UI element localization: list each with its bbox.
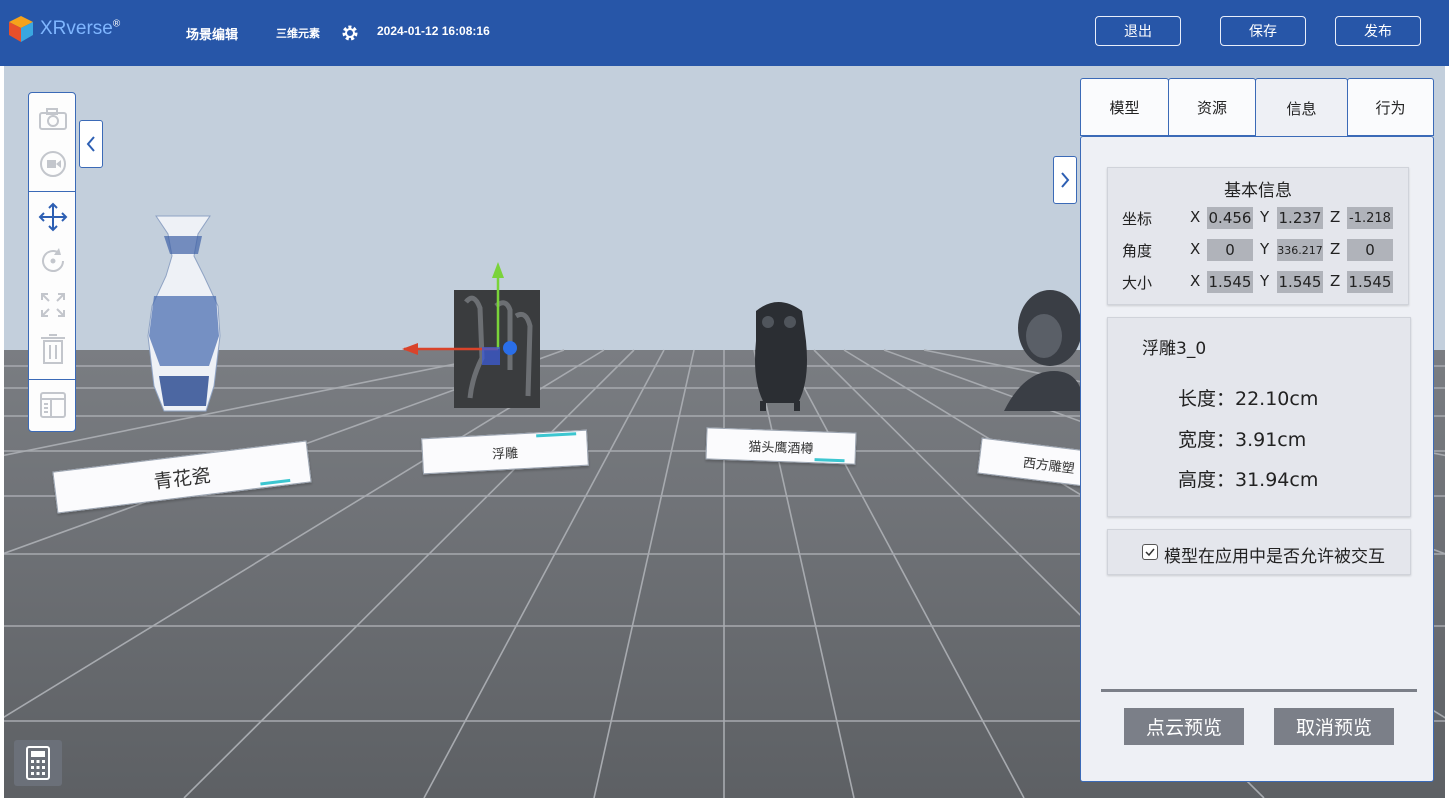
label-plate-owl[interactable]: 猫头鹰酒樽	[705, 427, 857, 465]
interact-label: 模型在应用中是否允许被交互	[1164, 547, 1385, 567]
scale-label: 大小	[1122, 274, 1153, 292]
basic-info-title: 基本信息	[1224, 181, 1292, 201]
rotate-icon[interactable]	[37, 245, 69, 277]
calculator-button[interactable]	[14, 740, 62, 786]
position-x-field[interactable]: 0.456	[1207, 207, 1253, 229]
model-size-box: 浮雕3_0 长度：22.10cm 宽度：3.91cm 高度：31.94cm	[1107, 317, 1411, 517]
rotation-y-field[interactable]: 336.217	[1277, 239, 1323, 261]
scale-z-field[interactable]: 1.545	[1347, 271, 1393, 293]
element-category[interactable]: 三维元素	[276, 25, 320, 41]
rotation-x-field[interactable]: 0	[1207, 239, 1253, 261]
model-length: 长度：22.10cm	[1178, 388, 1319, 410]
camera-icon[interactable]	[37, 103, 69, 135]
axis-y-label: Y	[1260, 240, 1270, 258]
label-plate-text: 西方雕塑	[1022, 455, 1076, 477]
panel-divider	[1101, 689, 1417, 692]
left-toolbar	[28, 92, 76, 432]
axis-z-label: Z	[1330, 272, 1341, 290]
axis-x-label: X	[1190, 208, 1201, 226]
model-name: 浮雕3_0	[1142, 339, 1207, 359]
position-y-field[interactable]: 1.237	[1277, 207, 1323, 229]
axis-x-label: X	[1190, 272, 1201, 290]
scale-y-field[interactable]: 1.545	[1277, 271, 1323, 293]
rotation-z-field[interactable]: 0	[1347, 239, 1393, 261]
label-plate-text: 浮雕	[491, 445, 519, 463]
properties-panel-icon[interactable]	[37, 389, 69, 421]
top-bar: XRverse® 场景编辑 三维元素 2024-01-12 16:08:16 退…	[0, 0, 1449, 66]
save-button[interactable]: 保存	[1220, 16, 1306, 46]
owl-vessel-model[interactable]	[755, 302, 807, 411]
collapse-left-button[interactable]	[79, 120, 103, 168]
axis-y-label: Y	[1260, 208, 1270, 226]
label-plate-text: 猫头鹰酒樽	[748, 439, 814, 457]
tab-label: 资源	[1196, 98, 1227, 117]
gear-icon[interactable]	[340, 23, 360, 43]
brand-logo: XRverse®	[6, 14, 120, 44]
exit-button[interactable]: 退出	[1095, 16, 1181, 46]
page-title: 场景编辑	[186, 28, 239, 43]
checkmark-icon	[1145, 548, 1155, 557]
brand-mark: ®	[112, 18, 121, 30]
rotation-label: 角度	[1122, 242, 1153, 260]
tab-behavior[interactable]: 行为	[1347, 78, 1434, 136]
model-width: 宽度：3.91cm	[1178, 429, 1307, 451]
scale-icon[interactable]	[37, 289, 69, 321]
record-video-icon[interactable]	[37, 147, 69, 179]
pointcloud-preview-button[interactable]: 点云预览	[1124, 708, 1244, 745]
axis-z-label: Z	[1330, 208, 1341, 226]
interact-option-box: 模型在应用中是否允许被交互	[1107, 529, 1411, 575]
delete-icon[interactable]	[37, 333, 69, 365]
brand-name: XRverse	[40, 18, 113, 39]
position-z-field[interactable]: -1.218	[1347, 207, 1393, 229]
chevron-left-icon	[86, 136, 95, 152]
interact-checkbox[interactable]	[1142, 544, 1158, 560]
tab-label: 行为	[1375, 98, 1406, 117]
scale-x-field[interactable]: 1.545	[1207, 271, 1253, 293]
calculator-icon	[26, 746, 50, 780]
axis-x-label: X	[1190, 240, 1201, 258]
info-panel: 基本信息 坐标 X 0.456 Y 1.237 Z -1.218 角度 X 0 …	[1080, 136, 1434, 782]
tab-resource[interactable]: 资源	[1168, 78, 1256, 136]
basic-info-box: 基本信息 坐标 X 0.456 Y 1.237 Z -1.218 角度 X 0 …	[1107, 167, 1409, 305]
label-plate-text: 青花瓷	[152, 464, 212, 493]
datetime: 2024-01-12 16:08:16	[377, 24, 490, 38]
axis-y-label: Y	[1260, 272, 1270, 290]
tab-info[interactable]: 信息	[1255, 78, 1348, 137]
publish-button[interactable]: 发布	[1335, 16, 1421, 46]
chevron-right-icon	[1061, 172, 1070, 188]
cancel-preview-button[interactable]: 取消预览	[1274, 708, 1394, 745]
cube-logo-icon	[9, 16, 33, 42]
position-label: 坐标	[1122, 210, 1153, 228]
tab-label: 模型	[1109, 98, 1140, 117]
axis-z-label: Z	[1330, 240, 1341, 258]
tab-model[interactable]: 模型	[1080, 78, 1169, 136]
tab-label: 信息	[1286, 99, 1317, 118]
model-height: 高度：31.94cm	[1178, 469, 1319, 491]
move-icon[interactable]	[37, 201, 69, 233]
collapse-right-button[interactable]	[1053, 156, 1077, 204]
